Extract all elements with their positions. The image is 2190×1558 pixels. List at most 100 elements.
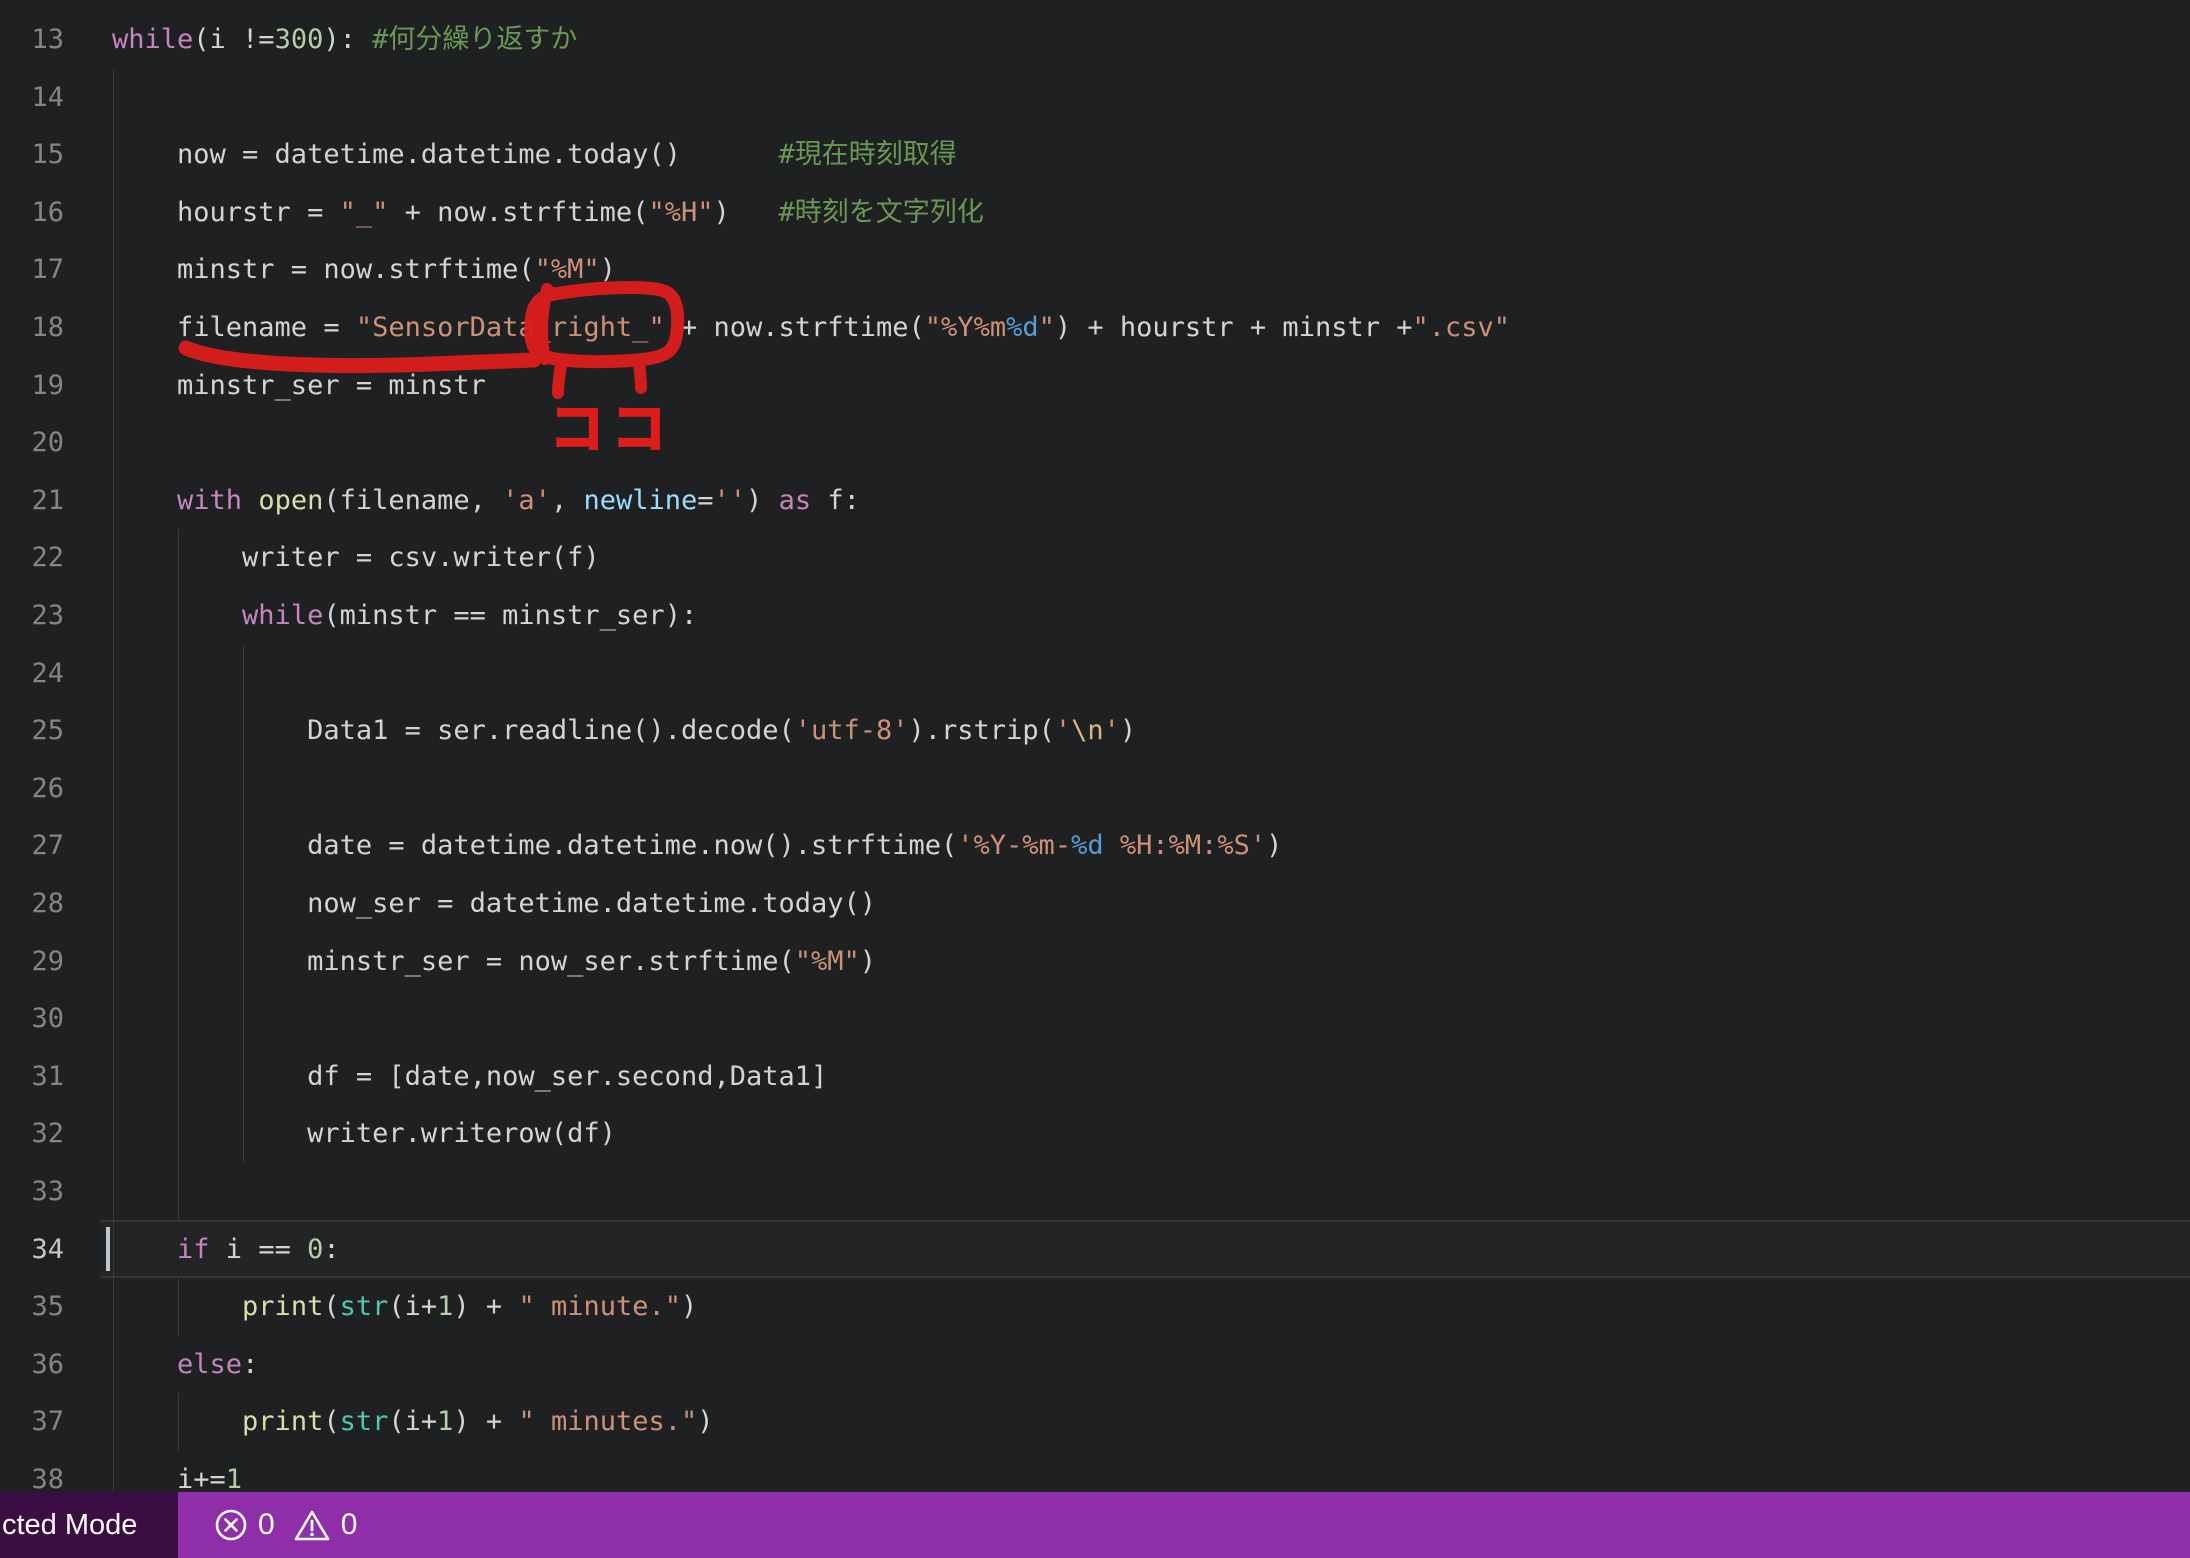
- problems-status[interactable]: 0 0: [214, 1492, 357, 1558]
- code-line[interactable]: 29 minstr_ser = now_ser.strftime("%M"): [0, 933, 2190, 991]
- code-token: #何分繰り返すか: [372, 24, 577, 55]
- line-number[interactable]: 16: [0, 184, 64, 242]
- line-number[interactable]: 24: [0, 645, 64, 703]
- code-token: ): [860, 946, 876, 977]
- code-token: (i+: [388, 1406, 437, 1437]
- code-token: #時刻を文字列化: [779, 197, 984, 228]
- code-token: if: [177, 1234, 210, 1265]
- line-number[interactable]: 32: [0, 1105, 64, 1163]
- code-token: "%H": [648, 197, 713, 228]
- code-token: + now.strftime(: [388, 197, 648, 228]
- restricted-mode-badge[interactable]: cted Mode: [0, 1492, 178, 1558]
- line-number[interactable]: 37: [0, 1393, 64, 1451]
- line-number[interactable]: 23: [0, 587, 64, 645]
- code-line[interactable]: 22 writer = csv.writer(f): [0, 529, 2190, 587]
- code-text: minstr_ser = minstr: [112, 357, 486, 415]
- code-text: df = [date,now_ser.second,Data1]: [112, 1048, 827, 1106]
- code-token: (: [323, 1291, 339, 1322]
- code-line[interactable]: 14: [0, 69, 2190, 127]
- error-count: 0: [258, 1492, 275, 1558]
- code-token: [112, 1234, 177, 1265]
- line-number[interactable]: 14: [0, 69, 64, 127]
- line-number[interactable]: 18: [0, 299, 64, 357]
- code-line[interactable]: 13while(i !=300): #何分繰り返すか: [0, 11, 2190, 69]
- code-text: writer.writerow(df): [112, 1105, 616, 1163]
- code-line[interactable]: 16 hourstr = "_" + now.strftime("%H") #時…: [0, 184, 2190, 242]
- line-number[interactable]: 13: [0, 11, 64, 69]
- line-number[interactable]: 29: [0, 933, 64, 991]
- code-token: ): [1120, 715, 1136, 746]
- code-line[interactable]: 17 minstr = now.strftime("%M"): [0, 241, 2190, 299]
- code-token: ): [713, 197, 778, 228]
- line-number[interactable]: 30: [0, 990, 64, 1048]
- line-number[interactable]: 19: [0, 357, 64, 415]
- code-token: [112, 1349, 177, 1380]
- code-line[interactable]: 27 date = datetime.datetime.now().strfti…: [0, 817, 2190, 875]
- line-number[interactable]: 20: [0, 414, 64, 472]
- code-line[interactable]: 20: [0, 414, 2190, 472]
- code-line[interactable]: 32 writer.writerow(df): [0, 1105, 2190, 1163]
- code-token: df = [date,now_ser.second,Data1]: [112, 1061, 827, 1092]
- code-line[interactable]: 25 Data1 = ser.readline().decode('utf-8'…: [0, 702, 2190, 760]
- code-token: print: [242, 1406, 323, 1437]
- code-line[interactable]: 23 while(minstr == minstr_ser):: [0, 587, 2190, 645]
- line-number[interactable]: 38: [0, 1451, 64, 1492]
- code-line[interactable]: 34 if i == 0:: [0, 1221, 2190, 1279]
- code-text: now = datetime.datetime.today() #現在時刻取得: [112, 126, 957, 184]
- code-line[interactable]: 35 print(str(i+1) + " minute."): [0, 1278, 2190, 1336]
- code-token: minstr_ser = minstr: [112, 370, 486, 401]
- code-line[interactable]: 18 filename = "SensorData_right_" + now.…: [0, 299, 2190, 357]
- line-number[interactable]: 17: [0, 241, 64, 299]
- code-line[interactable]: 31 df = [date,now_ser.second,Data1]: [0, 1048, 2190, 1106]
- line-number[interactable]: 35: [0, 1278, 64, 1336]
- code-text: with open(filename, 'a', newline='') as …: [112, 472, 860, 530]
- line-number[interactable]: 25: [0, 702, 64, 760]
- code-token: [112, 1406, 242, 1437]
- error-icon: [214, 1508, 248, 1542]
- code-token: ) +: [453, 1291, 518, 1322]
- code-token: [112, 1291, 242, 1322]
- line-number[interactable]: 31: [0, 1048, 64, 1106]
- line-number[interactable]: 28: [0, 875, 64, 933]
- line-number[interactable]: 34: [0, 1221, 64, 1279]
- code-line[interactable]: 19 minstr_ser = minstr: [0, 357, 2190, 415]
- code-line[interactable]: 33: [0, 1163, 2190, 1221]
- code-line[interactable]: 28 now_ser = datetime.datetime.today(): [0, 875, 2190, 933]
- code-token: =: [697, 485, 713, 516]
- code-editor[interactable]: 13while(i !=300): #何分繰り返すか1415 now = dat…: [0, 0, 2190, 1492]
- code-line[interactable]: 36 else:: [0, 1336, 2190, 1394]
- code-text: else:: [112, 1336, 258, 1394]
- code-token: %d: [1006, 312, 1039, 343]
- code-line[interactable]: 30: [0, 990, 2190, 1048]
- code-line[interactable]: 15 now = datetime.datetime.today() #現在時刻…: [0, 126, 2190, 184]
- code-text: minstr = now.strftime("%M"): [112, 241, 616, 299]
- line-number[interactable]: 26: [0, 760, 64, 818]
- code-line[interactable]: 37 print(str(i+1) + " minutes."): [0, 1393, 2190, 1451]
- code-token: now_ser = datetime.datetime.today(): [112, 888, 876, 919]
- code-token: [112, 485, 177, 516]
- code-text: writer = csv.writer(f): [112, 529, 600, 587]
- code-token: ': [1055, 715, 1071, 746]
- code-token: "%M": [795, 946, 860, 977]
- code-token: ): [600, 254, 616, 285]
- code-token: 1: [226, 1464, 242, 1492]
- line-number[interactable]: 36: [0, 1336, 64, 1394]
- code-token: print: [242, 1291, 323, 1322]
- code-line[interactable]: 26: [0, 760, 2190, 818]
- code-token: writer = csv.writer(f): [112, 542, 600, 573]
- code-token: 0: [307, 1234, 323, 1265]
- code-token: filename =: [112, 312, 356, 343]
- code-token: with: [177, 485, 242, 516]
- code-token: Data1 = ser.readline().decode(: [112, 715, 795, 746]
- line-number[interactable]: 33: [0, 1163, 64, 1221]
- line-number[interactable]: 21: [0, 472, 64, 530]
- code-line[interactable]: 24: [0, 645, 2190, 703]
- line-number[interactable]: 15: [0, 126, 64, 184]
- code-line[interactable]: 38 i+=1: [0, 1451, 2190, 1492]
- line-number[interactable]: 27: [0, 817, 64, 875]
- code-token: (minstr == minstr_ser):: [323, 600, 697, 631]
- code-token: while: [242, 600, 323, 631]
- code-area[interactable]: 13while(i !=300): #何分繰り返すか1415 now = dat…: [0, 0, 2190, 1492]
- code-line[interactable]: 21 with open(filename, 'a', newline='') …: [0, 472, 2190, 530]
- line-number[interactable]: 22: [0, 529, 64, 587]
